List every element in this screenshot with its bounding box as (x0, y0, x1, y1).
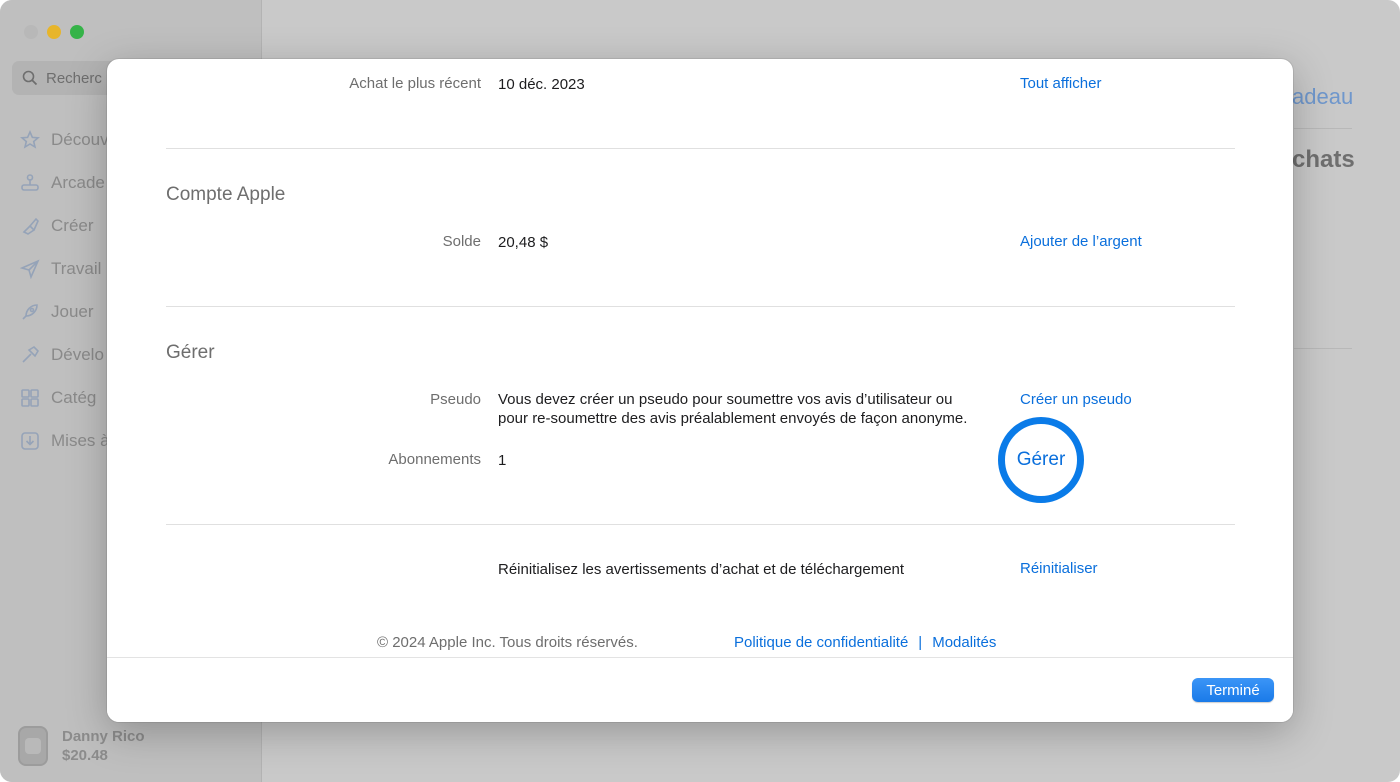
paperplane-icon (20, 258, 40, 279)
privacy-policy-link[interactable]: Politique de confidentialité (734, 634, 908, 651)
footer-separator: | (918, 634, 923, 651)
nickname-description: Vous devez créer un pseudo pour soumettr… (498, 390, 967, 428)
balance-label: Solde (442, 233, 481, 250)
divider (166, 306, 1235, 307)
sidebar-item-label: Arcade (51, 172, 105, 192)
user-name: Danny Rico (62, 728, 145, 745)
balance-value: 20,48 $ (498, 234, 549, 251)
copyright-text: © 2024 Apple Inc. Tous droits réservés. (377, 634, 638, 651)
user-balance: $20.48 (62, 747, 108, 764)
recent-purchase-value: 10 déc. 2023 (498, 76, 585, 93)
terms-link[interactable]: Modalités (932, 634, 996, 651)
sidebar-item-developpeurs[interactable]: Dévelo (20, 333, 110, 376)
sidebar-item-label: Dévelo (51, 344, 104, 364)
download-icon (21, 431, 39, 450)
manage-title: Gérer (166, 342, 215, 363)
nickname-label: Pseudo (430, 391, 481, 408)
search-icon (22, 70, 38, 86)
apple-account-title: Compte Apple (166, 184, 286, 205)
sidebar-item-label: Découv (51, 129, 109, 149)
sidebar-item-label: Catég (51, 387, 97, 407)
footer-links: Politique de confidentialité | Modalités (734, 634, 996, 651)
rocket-icon (22, 303, 38, 320)
minimize-window-button[interactable] (47, 25, 61, 39)
sheet-bottom-bar: Terminé (107, 657, 1293, 722)
hammer-icon (22, 345, 40, 363)
avatar (18, 726, 48, 766)
done-button[interactable]: Terminé (1192, 678, 1274, 702)
nickname-description-line2: pour re-soumettre des avis préalablement… (498, 410, 968, 427)
sidebar-item-decouvrir[interactable]: Découv (20, 118, 110, 161)
purchases-heading: chats (1292, 146, 1355, 173)
maximize-window-button[interactable] (70, 25, 84, 39)
divider (166, 148, 1235, 149)
sidebar-item-jouer[interactable]: Jouer (20, 290, 110, 333)
manage-subscriptions-label: Gérer (1016, 449, 1066, 470)
add-money-link[interactable]: Ajouter de l’argent (1020, 233, 1142, 250)
close-window-button[interactable] (24, 25, 38, 39)
grid-icon (21, 388, 39, 407)
sidebar-item-label: Créer (51, 215, 94, 235)
divider (1294, 348, 1352, 349)
manage-subscriptions-link[interactable]: Gérer (998, 417, 1084, 503)
account-button[interactable]: Danny Rico $20.48 (18, 726, 145, 766)
divider (1294, 128, 1352, 129)
sidebar-item-travail[interactable]: Travail (20, 247, 110, 290)
recent-purchase-label: Achat le plus récent (349, 75, 481, 92)
create-nickname-link[interactable]: Créer un pseudo (1020, 391, 1132, 408)
gift-link: adeau (1292, 84, 1354, 109)
reset-link[interactable]: Réinitialiser (1020, 560, 1098, 577)
account-settings-sheet: Achat le plus récent 10 déc. 2023 Tout a… (107, 59, 1293, 722)
nickname-description-line1: Vous devez créer un pseudo pour soumettr… (498, 391, 953, 408)
subscriptions-label: Abonnements (388, 451, 481, 468)
sidebar-item-label: Travail (51, 258, 102, 278)
star-icon (20, 129, 40, 149)
window-controls (24, 25, 84, 39)
sidebar-item-label: Mises à (51, 430, 110, 450)
sidebar-item-mises-a-jour[interactable]: Mises à (20, 419, 110, 462)
divider (166, 524, 1235, 525)
see-all-link[interactable]: Tout afficher (1020, 75, 1101, 92)
sidebar-item-label: Jouer (51, 301, 94, 321)
sidebar-list: Découv Arcade Créer Travail Jouer Dévelo (20, 118, 110, 462)
reset-warnings-text: Réinitialisez les avertissements d’achat… (498, 561, 905, 578)
brush-icon (22, 217, 39, 235)
sidebar-item-creer[interactable]: Créer (20, 204, 110, 247)
sidebar-item-categories[interactable]: Catég (20, 376, 110, 419)
sidebar-item-arcade[interactable]: Arcade (20, 161, 110, 204)
subscriptions-value: 1 (498, 452, 507, 469)
joystick-icon (21, 173, 39, 191)
search-placeholder: Recherc (46, 69, 102, 87)
